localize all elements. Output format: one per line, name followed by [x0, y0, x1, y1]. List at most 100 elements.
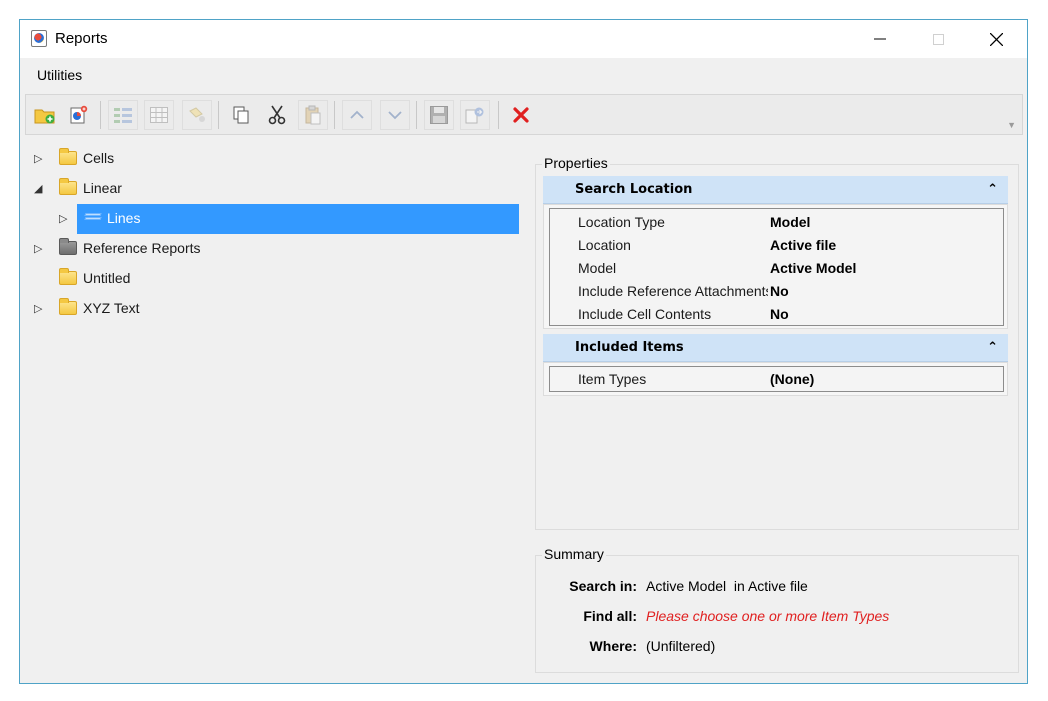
move-down-button: [380, 100, 410, 130]
tree-item-linear[interactable]: ◢ Linear: [25, 174, 525, 204]
property-row[interactable]: Location Active file: [550, 234, 1003, 257]
property-name: Model: [578, 260, 617, 276]
summary-title: Summary: [542, 546, 606, 562]
collapse-arrow-icon[interactable]: ◢: [34, 182, 46, 195]
tree-item-cells[interactable]: ▷ Cells: [25, 144, 525, 174]
delete-button[interactable]: [506, 100, 536, 130]
tree-item-label: XYZ Text: [83, 300, 140, 316]
new-folder-icon: [34, 109, 55, 124]
move-down-icon: [388, 111, 402, 120]
export-icon: [465, 107, 484, 124]
tree-item-xyz-text[interactable]: ▷ XYZ Text: [25, 294, 525, 324]
format-icon: [189, 107, 205, 122]
folder-open-icon: [59, 178, 77, 195]
section-body-included-items: Item Types (None): [543, 362, 1008, 396]
copy-icon: [233, 106, 249, 124]
summary-row-where: Where: (Unfiltered): [535, 638, 1019, 658]
copy-button[interactable]: [226, 100, 256, 130]
summary-value: Active Model in Active file: [646, 578, 808, 594]
section-body-search-location: Location Type Model Location Active file…: [543, 204, 1008, 329]
property-name: Location Type: [578, 214, 665, 230]
property-name: Location: [578, 237, 631, 253]
reports-window: Reports Utilities ▼ ▷ Cells ◢ Linear ▷ L…: [19, 19, 1028, 684]
expand-arrow-icon[interactable]: ▷: [34, 302, 46, 315]
minimize-icon: [874, 38, 886, 40]
property-value[interactable]: Model: [770, 214, 810, 230]
folder-icon: [59, 268, 77, 285]
menu-bar: Utilities: [20, 58, 1027, 92]
tree-item-label: Cells: [83, 150, 115, 166]
move-up-icon: [350, 110, 364, 119]
title-bar: Reports: [20, 20, 1027, 58]
new-report-icon: [70, 105, 88, 124]
property-name: Item Types: [578, 371, 647, 387]
property-row[interactable]: Include Reference Attachments No: [550, 280, 1003, 303]
folder-icon: [59, 148, 77, 165]
summary-key: Where:: [589, 638, 637, 654]
property-value[interactable]: Active Model: [770, 260, 856, 276]
maximize-icon: [932, 33, 944, 45]
property-value[interactable]: (None): [770, 371, 814, 387]
property-grid: Item Types (None): [549, 366, 1004, 392]
selection-highlight: [77, 204, 519, 234]
property-name: Include Reference Attachments: [578, 283, 768, 299]
tree-item-label: Untitled: [83, 270, 131, 286]
close-button[interactable]: [967, 20, 1025, 58]
collapse-chevron-icon[interactable]: ⌃: [987, 181, 998, 197]
toolbar-overflow-icon[interactable]: ▼: [1007, 120, 1016, 130]
grid-icon: [150, 107, 168, 123]
property-row[interactable]: Item Types (None): [550, 368, 1003, 391]
property-grid: Location Type Model Location Active file…: [549, 208, 1004, 326]
columns-icon: [114, 108, 132, 123]
report-definition-icon: [84, 213, 102, 224]
menu-utilities[interactable]: Utilities: [37, 67, 82, 83]
section-title: Search Location: [575, 182, 693, 197]
cut-button[interactable]: [262, 100, 292, 130]
summary-key: Search in:: [569, 578, 637, 594]
property-value[interactable]: Active file: [770, 237, 836, 253]
paste-button: [298, 100, 328, 130]
new-folder-button[interactable]: [30, 100, 60, 130]
maximize-button: [909, 20, 967, 58]
cut-icon: [268, 105, 286, 125]
columns-button: [108, 100, 138, 130]
tree-item-untitled[interactable]: Untitled: [25, 264, 525, 294]
tree-item-label: Reference Reports: [83, 240, 201, 256]
summary-row-find-all: Find all: Please choose one or more Item…: [535, 608, 1019, 628]
property-name: Include Cell Contents: [578, 306, 712, 322]
new-report-button[interactable]: [64, 100, 94, 130]
export-button: [460, 100, 490, 130]
expand-arrow-icon[interactable]: ▷: [34, 152, 46, 165]
section-header-included-items[interactable]: Included Items ⌃: [543, 334, 1008, 362]
collapse-chevron-icon[interactable]: ⌃: [987, 339, 998, 355]
tree-item-label: Linear: [83, 180, 122, 196]
properties-title: Properties: [542, 155, 610, 171]
move-up-button: [342, 100, 372, 130]
expand-arrow-icon[interactable]: ▷: [34, 242, 46, 255]
reference-folder-icon: [59, 238, 77, 255]
toolbar: ▼: [25, 94, 1023, 135]
property-value[interactable]: No: [770, 283, 789, 299]
tree-item-reference-reports[interactable]: ▷ Reference Reports: [25, 234, 525, 264]
save-icon: [430, 106, 448, 124]
section-title: Included Items: [575, 340, 684, 355]
tree-item-lines[interactable]: ▷ Lines: [25, 204, 525, 234]
property-row[interactable]: Location Type Model: [550, 211, 1003, 234]
grid-button: [144, 100, 174, 130]
window-title: Reports: [55, 30, 108, 47]
summary-value: (Unfiltered): [646, 638, 716, 654]
delete-icon: [513, 107, 529, 123]
property-value[interactable]: No: [770, 306, 789, 322]
summary-key: Find all:: [583, 608, 637, 624]
format-button: [182, 100, 212, 130]
minimize-button[interactable]: [851, 20, 909, 58]
expand-arrow-icon[interactable]: ▷: [59, 212, 71, 225]
folder-icon: [59, 298, 77, 315]
property-row[interactable]: Model Active Model: [550, 257, 1003, 280]
tree-item-label: Lines: [107, 210, 141, 226]
summary-row-search-in: Search in: Active Model in Active file: [535, 578, 1019, 598]
app-icon: [31, 30, 47, 47]
property-row[interactable]: Include Cell Contents No: [550, 303, 1003, 326]
section-header-search-location[interactable]: Search Location ⌃: [543, 176, 1008, 204]
summary-warning-value: Please choose one or more Item Types: [646, 608, 890, 624]
